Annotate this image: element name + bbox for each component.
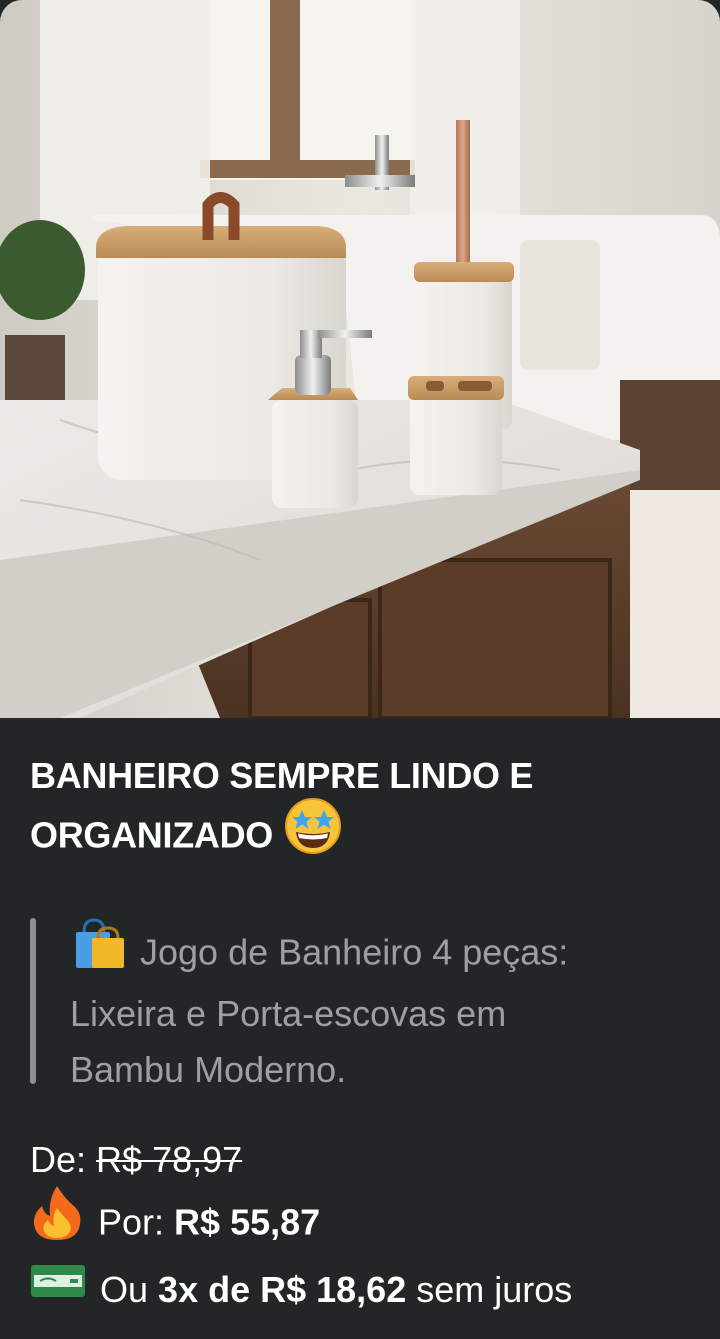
- sale-price-label: Por:: [98, 1201, 165, 1243]
- headline-line-1: BANHEIRO SEMPRE LINDO E: [30, 755, 534, 796]
- quote-bar: [30, 918, 36, 1084]
- installments-suffix: sem juros: [416, 1269, 573, 1310]
- banknote-icon: [30, 1259, 86, 1319]
- quote-line-3: Bambu Moderno.: [70, 1049, 347, 1090]
- post-headline: BANHEIRO SEMPRE LINDO E ORGANIZADO: [30, 748, 670, 872]
- product-post-card: BANHEIRO SEMPRE LINDO E ORGANIZADO Jogo …: [0, 0, 720, 1339]
- quote-line-1-text: Jogo de Banheiro 4 peças:: [140, 931, 569, 973]
- installments-line: Ou 3x de R$ 18,62 sem juros: [30, 1260, 572, 1320]
- original-price-label: De:: [30, 1139, 87, 1180]
- quote-line-1: Jogo de Banheiro 4 peças:: [70, 918, 670, 986]
- headline-line-2-text: ORGANIZADO: [30, 814, 273, 856]
- sale-price-line: Por: R$ 55,87: [30, 1186, 321, 1260]
- quote-text: Jogo de Banheiro 4 peças: Lixeira e Port…: [70, 918, 670, 1098]
- fire-icon: [30, 1184, 84, 1260]
- shopping-bags-icon: [70, 914, 126, 986]
- product-photo[interactable]: [0, 0, 720, 718]
- bathroom-set-illustration: [0, 0, 720, 718]
- sale-price-value: R$ 55,87: [174, 1201, 321, 1243]
- quote-line-2: Lixeira e Porta-escovas em: [70, 993, 507, 1034]
- installments-value: 3x de R$ 18,62: [158, 1269, 407, 1310]
- headline-line-2: ORGANIZADO: [30, 798, 670, 872]
- product-description-quote: Jogo de Banheiro 4 peças: Lixeira e Port…: [30, 918, 670, 1090]
- original-price-value: R$ 78,97: [96, 1139, 243, 1180]
- star-struck-face-icon: [283, 796, 343, 872]
- original-price-line: De: R$ 78,97: [30, 1130, 242, 1190]
- installments-prefix: Ou: [100, 1269, 149, 1310]
